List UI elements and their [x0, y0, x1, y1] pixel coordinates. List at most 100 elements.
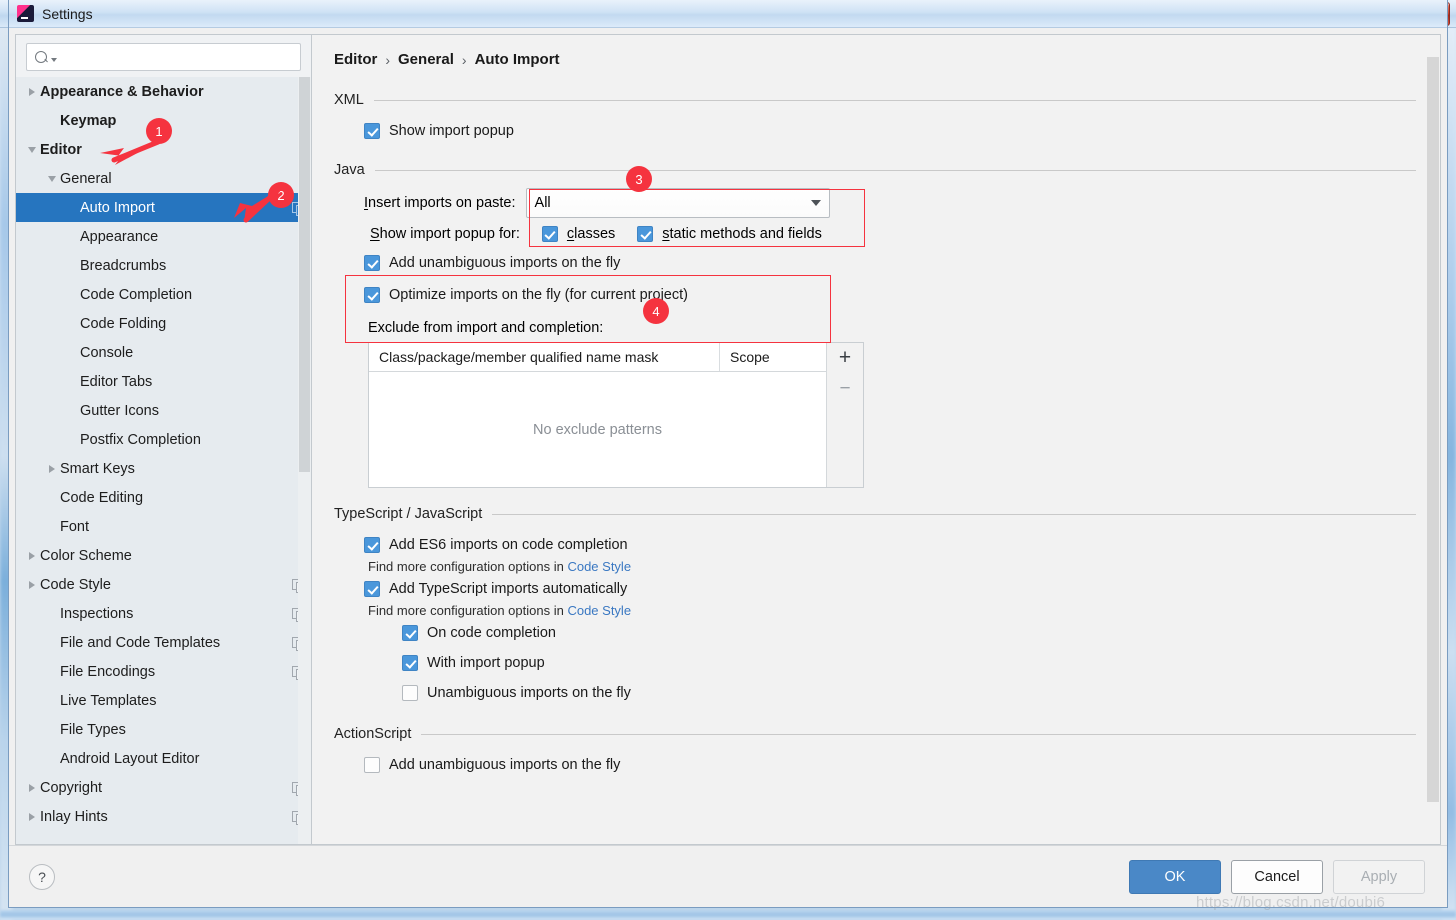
- chevron-right-icon[interactable]: [24, 570, 40, 599]
- add-exclude-pattern-button[interactable]: +: [839, 347, 851, 368]
- settings-tree-scroll: Appearance & Behavior Keymap Editor General…: [16, 77, 311, 844]
- checkbox-xml-show-import-popup[interactable]: [364, 123, 380, 139]
- sidebar-item-smart-keys[interactable]: Smart Keys: [16, 454, 311, 483]
- column-header-scope[interactable]: Scope: [720, 343, 826, 371]
- sidebar-item-postfix-completion[interactable]: Postfix Completion: [16, 425, 311, 454]
- section-divider: [374, 169, 1416, 171]
- chevron-right-icon[interactable]: [24, 541, 40, 570]
- sidebar-item-label: Auto Import: [80, 199, 155, 216]
- cancel-button[interactable]: Cancel: [1231, 859, 1323, 894]
- sidebar-item-code-editing[interactable]: Code Editing: [16, 483, 311, 512]
- help-button[interactable]: ?: [29, 863, 55, 890]
- sidebar-item-copyright[interactable]: Copyright: [16, 773, 311, 802]
- sidebar-item-color-scheme[interactable]: Color Scheme: [16, 541, 311, 570]
- sidebar-item-label: Font: [60, 518, 90, 535]
- row-xml-show-import-popup[interactable]: Show import popup: [364, 118, 1416, 144]
- sidebar-item-label: Inlay Hints: [40, 808, 108, 825]
- breadcrumb-item-general[interactable]: General: [398, 51, 454, 68]
- row-with-import-popup[interactable]: With import popup: [402, 650, 1416, 676]
- sidebar-item-label: Editor Tabs: [80, 373, 153, 390]
- sidebar-item-code-style[interactable]: Code Style: [16, 570, 311, 599]
- checkbox-add-unambiguous-imports-actionscript[interactable]: [364, 757, 380, 773]
- checkbox-add-unambiguous-imports-java[interactable]: [364, 255, 380, 271]
- checkbox-static-methods-and-fields[interactable]: [637, 226, 654, 242]
- chevron-down-icon[interactable]: [24, 135, 40, 164]
- sidebar-item-live-templates[interactable]: Live Templates: [16, 686, 311, 715]
- sidebar-item-label: Code Editing: [60, 489, 144, 506]
- hint-es6-prefix: Find more configuration options in: [368, 559, 568, 574]
- tree-scrollbar-thumb[interactable]: [299, 77, 310, 472]
- sidebar-item-label: Gutter Icons: [80, 402, 159, 419]
- sidebar-item-font[interactable]: Font: [16, 512, 311, 541]
- sidebar-item-breadcrumbs[interactable]: Breadcrumbs: [16, 251, 311, 280]
- row-add-unambiguous-imports-java[interactable]: Add unambiguous imports on the fly: [364, 250, 1416, 276]
- chevron-right-icon[interactable]: [24, 802, 40, 831]
- chevron-down-icon[interactable]: [51, 57, 57, 62]
- breadcrumb-item-editor[interactable]: Editor: [334, 51, 377, 68]
- sidebar-item-editor[interactable]: Editor: [16, 135, 311, 164]
- section-title-actionscript: ActionScript: [334, 726, 1416, 742]
- checkbox-on-code-completion[interactable]: [402, 625, 418, 641]
- hint-ts-prefix: Find more configuration options in: [368, 603, 568, 618]
- checkbox-classes[interactable]: [541, 226, 558, 242]
- search-input[interactable]: [61, 49, 294, 65]
- sidebar-item-keymap[interactable]: Keymap: [16, 106, 311, 135]
- chevron-right-icon[interactable]: [24, 773, 40, 802]
- checkbox-unambiguous-imports-on-the-fly-ts[interactable]: [402, 685, 418, 701]
- sidebar-item-file-and-code-templates[interactable]: File and Code Templates: [16, 628, 311, 657]
- sidebar-item-file-types[interactable]: File Types: [16, 715, 311, 744]
- checkbox-optimize-imports-on-the-fly[interactable]: [364, 287, 380, 303]
- insert-imports-on-paste-dropdown[interactable]: All: [525, 188, 830, 218]
- tree-scrollbar-track[interactable]: [298, 77, 311, 844]
- sidebar-item-general[interactable]: General: [16, 164, 311, 193]
- sidebar-item-label: Inspections: [60, 605, 134, 622]
- link-code-style-ts[interactable]: Code Style: [567, 603, 631, 618]
- chevron-right-icon[interactable]: [44, 454, 60, 483]
- chevron-down-icon[interactable]: [44, 164, 60, 193]
- sidebar-item-appearance[interactable]: Appearance: [16, 222, 311, 251]
- remove-exclude-pattern-button[interactable]: −: [839, 379, 850, 398]
- section-label-java: Java: [334, 162, 365, 178]
- insert-imports-on-paste-value: All: [534, 195, 551, 211]
- sidebar-item-auto-import[interactable]: Auto Import: [16, 193, 311, 222]
- sidebar-item-gutter-icons[interactable]: Gutter Icons: [16, 396, 311, 425]
- content-scrollbar-thumb[interactable]: [1427, 57, 1439, 802]
- row-add-typescript-imports[interactable]: Add TypeScript imports automatically: [364, 576, 1416, 602]
- sidebar-item-android-layout-editor[interactable]: Android Layout Editor: [16, 744, 311, 773]
- content-scrollbar-track[interactable]: [1426, 35, 1440, 844]
- sidebar-item-editor-tabs[interactable]: Editor Tabs: [16, 367, 311, 396]
- ok-button[interactable]: OK: [1129, 859, 1221, 894]
- search-box[interactable]: [26, 43, 301, 71]
- sidebar-item-code-folding[interactable]: Code Folding: [16, 309, 311, 338]
- sidebar-item-label: Code Style: [40, 576, 111, 593]
- row-add-es6-imports[interactable]: Add ES6 imports on code completion: [364, 532, 1416, 558]
- section-divider: [373, 99, 1416, 101]
- sidebar-item-console[interactable]: Console: [16, 338, 311, 367]
- label-add-unambiguous-imports-java: Add unambiguous imports on the fly: [389, 255, 621, 271]
- row-on-code-completion[interactable]: On code completion: [402, 620, 1416, 646]
- section-xml: XML Show import popup: [334, 92, 1416, 144]
- chevron-right-icon[interactable]: [24, 77, 40, 106]
- checkbox-add-typescript-imports[interactable]: [364, 581, 380, 597]
- breadcrumb: Editor › General › Auto Import: [334, 51, 1416, 68]
- sidebar-item-appearance-behavior[interactable]: Appearance & Behavior: [16, 77, 311, 106]
- section-label-xml: XML: [334, 92, 364, 108]
- sidebar-item-inlay-hints[interactable]: Inlay Hints: [16, 802, 311, 831]
- row-optimize-imports-on-the-fly[interactable]: Optimize imports on the fly (for current…: [364, 282, 1416, 308]
- checkbox-with-import-popup[interactable]: [402, 655, 418, 671]
- row-unambiguous-imports-on-the-fly-ts[interactable]: Unambiguous imports on the fly: [402, 680, 1416, 706]
- column-header-qualified-name-mask[interactable]: Class/package/member qualified name mask: [369, 343, 720, 371]
- row-add-unambiguous-imports-actionscript[interactable]: Add unambiguous imports on the fly: [364, 752, 1416, 778]
- sidebar-item-code-completion[interactable]: Code Completion: [16, 280, 311, 309]
- sidebar-item-file-encodings[interactable]: File Encodings: [16, 657, 311, 686]
- checkbox-add-es6-imports[interactable]: [364, 537, 380, 553]
- breadcrumb-separator-icon: ›: [461, 51, 467, 68]
- link-code-style-es6[interactable]: Code Style: [567, 559, 631, 574]
- label-static-methods-and-fields: static methods and fields: [662, 226, 822, 242]
- sidebar-item-inspections[interactable]: Inspections: [16, 599, 311, 628]
